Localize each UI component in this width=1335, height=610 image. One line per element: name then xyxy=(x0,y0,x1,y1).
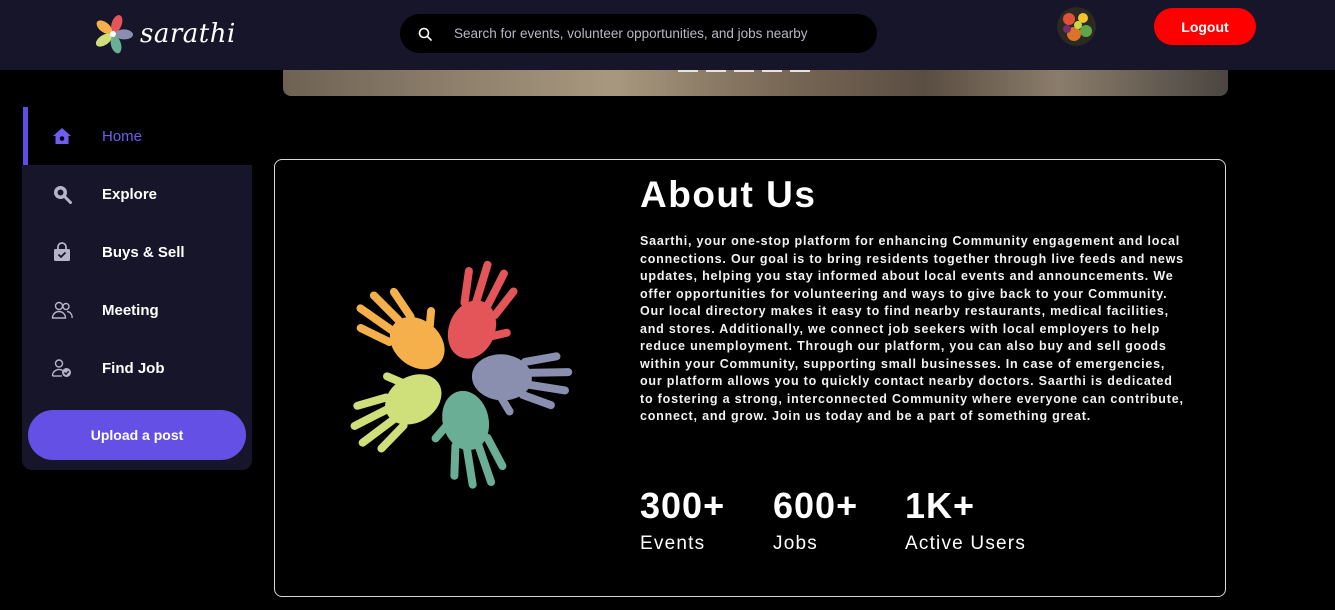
sidebar-item-meeting[interactable]: Meeting xyxy=(22,281,252,339)
logo-text: sarathi xyxy=(140,19,236,49)
sidebar: Home Explore Buys & Sell Meeting Find Jo… xyxy=(22,107,252,470)
sidebar-item-label: Find Job xyxy=(102,359,165,377)
stat-value: 600+ xyxy=(773,485,859,526)
carousel-indicators xyxy=(678,70,810,72)
sidebar-item-label: Buys & Sell xyxy=(102,243,185,261)
stat-value: 300+ xyxy=(640,485,726,526)
about-card: About Us Saarthi, your one-stop platform… xyxy=(274,159,1226,597)
sidebar-item-buys-sell[interactable]: Buys & Sell xyxy=(22,223,252,281)
shopping-bag-icon xyxy=(51,241,73,263)
hands-illustration xyxy=(299,224,609,524)
top-bar: sarathi Logout xyxy=(0,0,1335,70)
search-icon xyxy=(418,27,432,41)
about-description: Saarthi, your one-stop platform for enha… xyxy=(640,234,1184,423)
home-icon xyxy=(51,125,73,147)
search-icon xyxy=(51,183,73,205)
stat-label: Jobs xyxy=(773,533,818,554)
carousel-dot[interactable] xyxy=(762,70,782,72)
hands-logo-icon xyxy=(95,15,133,54)
community-hands-icon xyxy=(333,253,574,499)
stat-label: Active Users xyxy=(905,533,1027,554)
avatar[interactable] xyxy=(1057,7,1096,46)
sidebar-item-home[interactable]: Home xyxy=(22,107,252,165)
banner-carousel[interactable] xyxy=(283,70,1228,96)
users-icon xyxy=(51,299,73,321)
sidebar-item-label: Meeting xyxy=(102,301,159,319)
user-check-icon xyxy=(51,357,73,379)
carousel-dot[interactable] xyxy=(678,70,698,72)
search-input[interactable] xyxy=(452,25,856,42)
stat-label: Events xyxy=(640,533,706,554)
sidebar-item-find-job[interactable]: Find Job xyxy=(22,339,252,397)
stat-events: 300+ Events xyxy=(640,485,725,555)
search-bar[interactable] xyxy=(400,14,877,53)
carousel-dot[interactable] xyxy=(706,70,726,72)
stat-jobs: 600+ Jobs xyxy=(773,485,858,555)
about-title: About Us xyxy=(640,174,817,215)
upload-post-button[interactable]: Upload a post xyxy=(28,410,246,460)
sidebar-item-label: Home xyxy=(102,127,143,145)
stat-active-users: 1K+ Active Users xyxy=(905,485,1026,555)
profile-avatar-icon xyxy=(1057,7,1096,46)
stat-value: 1K+ xyxy=(905,485,976,526)
sarathi-logo[interactable]: sarathi xyxy=(92,12,236,56)
logout-button[interactable]: Logout xyxy=(1154,8,1256,45)
carousel-dot[interactable] xyxy=(790,70,810,72)
carousel-dot[interactable] xyxy=(734,70,754,72)
sidebar-item-explore[interactable]: Explore xyxy=(22,165,252,223)
sidebar-item-label: Explore xyxy=(102,185,158,203)
